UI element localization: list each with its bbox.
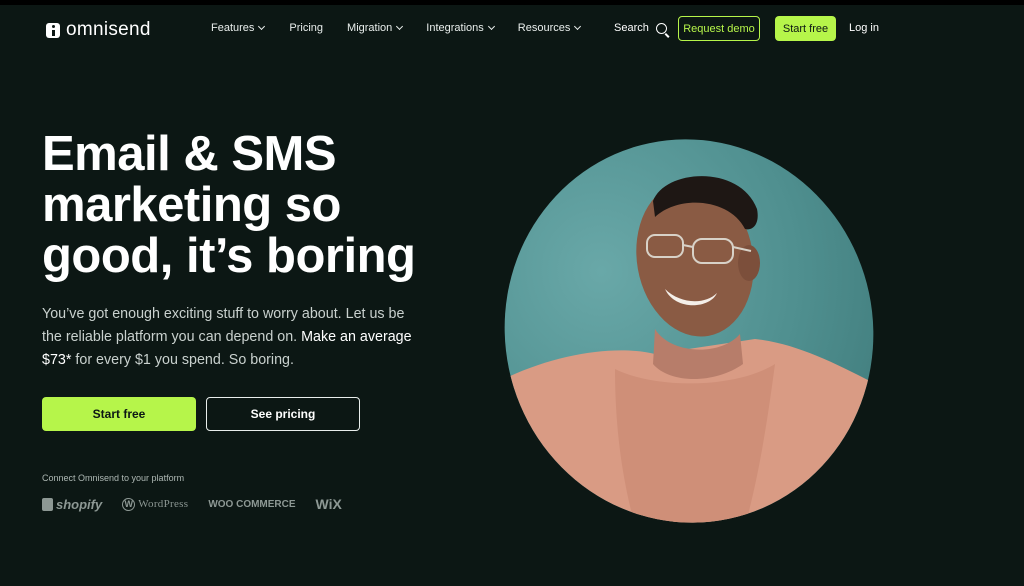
nav-item-label: Features	[211, 22, 255, 34]
wordpress-icon: W	[122, 497, 136, 511]
see-pricing-button[interactable]: See pricing	[206, 397, 360, 431]
nav-item-resources[interactable]: Resources	[517, 22, 582, 34]
nav-start-free-button[interactable]: Start free	[775, 16, 836, 41]
wordpress-logo[interactable]: W WordPress	[122, 497, 189, 511]
brand-name: omnisend	[66, 19, 151, 40]
hero-headline: Email & SMS marketing so good, it’s bori…	[42, 127, 416, 283]
start-free-button[interactable]: Start free	[42, 397, 196, 431]
nav-item-label: Migration	[347, 22, 393, 34]
omnisend-logo[interactable]: omnisend	[46, 19, 151, 41]
nav-item-label: Resources	[517, 22, 571, 34]
subtext-part: for every $1 you spend. So boring.	[71, 352, 294, 368]
nav-item-features[interactable]: Features	[211, 22, 266, 34]
hero-image	[469, 104, 909, 558]
login-link[interactable]: Log in	[849, 22, 879, 34]
connect-platform-label: Connect Omnisend to your platform	[42, 473, 185, 483]
nav-links: Features Pricing Migration Integrations …	[211, 22, 582, 34]
chevron-down-icon	[574, 22, 582, 31]
page: omnisend Features Pricing Migration Inte…	[0, 5, 1024, 586]
wordpress-label: WordPress	[138, 498, 189, 510]
platform-logos: shopify W WordPress WOO COMMERCE WiX	[42, 496, 342, 512]
nav-item-label: Integrations	[426, 22, 484, 34]
smiling-man-illustration	[505, 176, 873, 523]
search-icon	[655, 22, 667, 34]
woocommerce-logo[interactable]: WOO COMMERCE	[208, 499, 295, 510]
hero-subtext: You’ve got enough exciting stuff to worr…	[42, 303, 422, 372]
request-demo-button[interactable]: Request demo	[678, 16, 760, 41]
nav-item-integrations[interactable]: Integrations	[426, 22, 495, 34]
chevron-down-icon	[487, 22, 495, 31]
search-label: Search	[614, 22, 649, 34]
shopify-label: shopify	[56, 496, 103, 512]
nav-item-migration[interactable]: Migration	[347, 22, 404, 34]
wix-label: WiX	[315, 496, 342, 512]
shopify-bag-icon	[42, 497, 53, 511]
top-navigation: omnisend Features Pricing Migration Inte…	[0, 5, 1024, 53]
shopify-logo[interactable]: shopify	[42, 497, 102, 512]
chevron-down-icon	[258, 22, 266, 31]
wix-logo[interactable]: WiX	[316, 496, 342, 512]
nav-item-label: Pricing	[289, 22, 324, 34]
omnisend-logo-icon	[46, 22, 60, 38]
search-button[interactable]: Search	[614, 22, 667, 34]
woocommerce-label: WOO COMMERCE	[208, 498, 296, 510]
nav-item-pricing[interactable]: Pricing	[289, 22, 323, 34]
chevron-down-icon	[396, 22, 404, 31]
